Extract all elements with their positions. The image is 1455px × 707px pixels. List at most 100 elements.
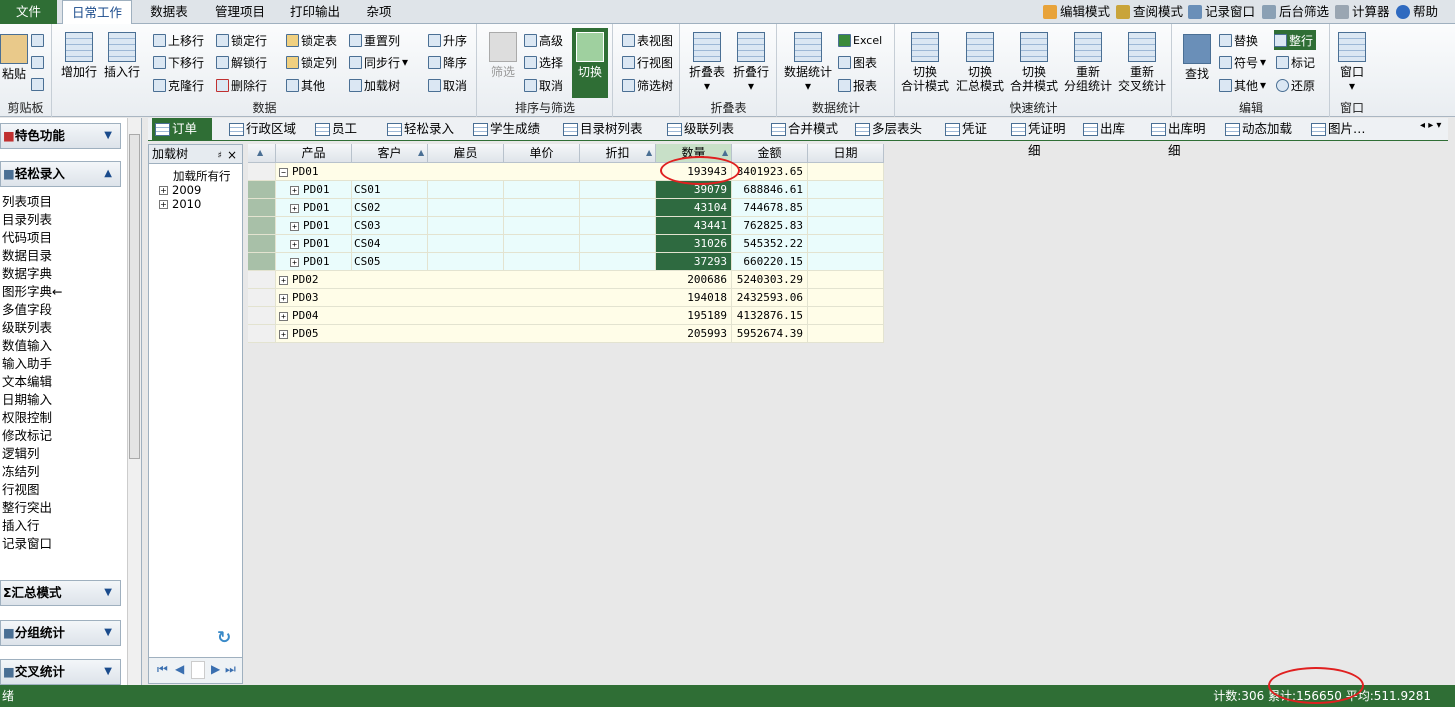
nav-header-feature[interactable]: ■特色功能 ▼: [0, 123, 121, 149]
close-icon[interactable]: ×: [227, 146, 237, 164]
column-header[interactable]: 客户: [352, 144, 428, 163]
first-page-icon[interactable]: ⏮: [157, 662, 168, 677]
expand-icon[interactable]: +: [279, 329, 288, 339]
nav-item[interactable]: 多值字段: [2, 301, 52, 319]
calculator-button[interactable]: 计算器: [1335, 0, 1390, 24]
column-header[interactable]: 单价: [504, 144, 580, 163]
chart-button[interactable]: 图表: [838, 52, 877, 72]
nav-header-cross[interactable]: ■交叉统计 ▼: [0, 659, 121, 685]
nav-item[interactable]: 整行突出: [2, 499, 52, 517]
cell-quantity[interactable]: 205993: [656, 325, 732, 343]
delete-row-button[interactable]: 删除行: [216, 75, 267, 95]
filter-tree-button[interactable]: 筛选树: [622, 75, 673, 95]
cell-date[interactable]: [808, 217, 884, 235]
background-filter-button[interactable]: 后台筛选: [1262, 0, 1329, 24]
refresh-icon[interactable]: ↻: [217, 628, 231, 648]
insert-row-button[interactable]: 插入行: [102, 32, 142, 79]
cell-amount[interactable]: 5952674.39: [732, 325, 808, 343]
load-tree-button[interactable]: 加载树: [349, 75, 400, 95]
doc-tab[interactable]: 级联列表: [664, 118, 760, 141]
cell-date[interactable]: [808, 271, 884, 289]
nav-item[interactable]: 插入行: [2, 517, 40, 535]
cell-amount[interactable]: 545352.22: [732, 235, 808, 253]
tree-node-2009[interactable]: +2009: [159, 183, 201, 197]
cell-amount[interactable]: 2432593.06: [732, 289, 808, 307]
nav-item[interactable]: 级联列表: [2, 319, 52, 337]
doc-tab[interactable]: 行政区域: [226, 118, 304, 141]
cell-date[interactable]: [808, 163, 884, 181]
nav-item[interactable]: 图形字典←: [2, 283, 62, 301]
switch-total-mode-button[interactable]: 切换 合计模式: [898, 32, 952, 93]
cell-quantity[interactable]: 31026: [656, 235, 732, 253]
expand-icon[interactable]: +: [279, 311, 288, 321]
pin-icon[interactable]: ♯: [218, 147, 222, 165]
table-row[interactable]: + PD01 CS02 43104 744678.85: [248, 199, 884, 217]
other-button[interactable]: 其他: [286, 75, 325, 95]
table-row[interactable]: + PD03 194018 2432593.06: [248, 289, 884, 307]
help-button[interactable]: 帮助: [1396, 0, 1438, 24]
expand-icon[interactable]: +: [290, 257, 299, 267]
lock-row-button[interactable]: 锁定行: [216, 30, 267, 50]
cell-quantity[interactable]: 43104: [656, 199, 732, 217]
copy-button[interactable]: [31, 30, 44, 50]
find-button[interactable]: 查找: [1177, 34, 1217, 81]
row-header[interactable]: [248, 253, 276, 271]
doc-tab[interactable]: 出库: [1080, 118, 1140, 141]
prev-page-icon[interactable]: ◀: [175, 662, 184, 676]
recross-stats-button[interactable]: 重新 交叉统计: [1115, 32, 1169, 93]
doc-tab[interactable]: 员工: [312, 118, 376, 141]
fold-row-button[interactable]: 折叠行 ▾: [731, 32, 771, 93]
table-row[interactable]: + PD05 205993 5952674.39: [248, 325, 884, 343]
expand-icon[interactable]: +: [290, 239, 299, 249]
regroup-stats-button[interactable]: 重新 分组统计: [1061, 32, 1115, 93]
expand-icon[interactable]: +: [279, 293, 288, 303]
menu-tab-print[interactable]: 打印输出: [282, 0, 348, 24]
column-header[interactable]: 折扣: [580, 144, 656, 163]
view-mode-button[interactable]: 查阅模式: [1116, 0, 1183, 24]
next-page-icon[interactable]: ▶: [211, 662, 220, 676]
row-header[interactable]: [248, 289, 276, 307]
doc-tab[interactable]: 轻松录入: [384, 118, 462, 141]
nav-item[interactable]: 日期输入: [2, 391, 52, 409]
doc-tab[interactable]: 动态加载: [1222, 118, 1300, 141]
tree-node-2010[interactable]: +2010: [159, 197, 201, 211]
doc-tab[interactable]: 图片…: [1308, 118, 1400, 141]
record-window-button[interactable]: 记录窗口: [1188, 0, 1255, 24]
row-header[interactable]: [248, 235, 276, 253]
clone-row-button[interactable]: 克隆行: [153, 75, 204, 95]
select-button[interactable]: 选择: [524, 52, 563, 72]
cell-date[interactable]: [808, 325, 884, 343]
nav-scroll-thumb[interactable]: [129, 134, 140, 459]
cell-date[interactable]: [808, 235, 884, 253]
edit-mode-button[interactable]: 编辑模式: [1043, 0, 1110, 24]
whole-row-button[interactable]: 整行: [1274, 30, 1317, 50]
nav-item[interactable]: 数据目录: [2, 247, 52, 265]
column-header[interactable]: 金额: [732, 144, 808, 163]
nav-scrollbar[interactable]: [127, 118, 141, 685]
nav-header-summary[interactable]: Σ汇总模式 ▼: [0, 580, 121, 606]
cell-amount[interactable]: 688846.61: [732, 181, 808, 199]
cell-amount[interactable]: 4132876.15: [732, 307, 808, 325]
mark-button[interactable]: 标记: [1276, 52, 1315, 72]
menu-tab-misc[interactable]: 杂项: [356, 0, 402, 24]
data-stats-button[interactable]: 数据统计 ▾: [782, 32, 834, 93]
sync-row-button[interactable]: 同步行 ▾: [349, 52, 408, 72]
paste-button[interactable]: 粘贴: [0, 34, 34, 81]
row-header[interactable]: [248, 163, 276, 181]
menu-tab-file[interactable]: 文件: [0, 0, 57, 24]
nav-item[interactable]: 修改标记: [2, 427, 52, 445]
window-button[interactable]: 窗口 ▾: [1333, 32, 1371, 93]
edit-other-button[interactable]: 其他 ▾: [1219, 75, 1266, 95]
row-header[interactable]: [248, 199, 276, 217]
doc-tab[interactable]: 目录树列表: [560, 118, 656, 141]
last-page-icon[interactable]: ⏭: [225, 662, 236, 677]
restore-button[interactable]: 还原: [1276, 75, 1315, 95]
nav-item[interactable]: 冻结列: [2, 463, 40, 481]
expand-icon[interactable]: −: [279, 167, 288, 177]
table-row[interactable]: + PD01 CS03 43441 762825.83: [248, 217, 884, 235]
expand-icon[interactable]: +: [279, 275, 288, 285]
fold-table-button[interactable]: 折叠表 ▾: [687, 32, 727, 93]
lock-col-button[interactable]: 锁定列: [286, 52, 337, 72]
report-button[interactable]: 报表: [838, 75, 877, 95]
cell-date[interactable]: [808, 307, 884, 325]
